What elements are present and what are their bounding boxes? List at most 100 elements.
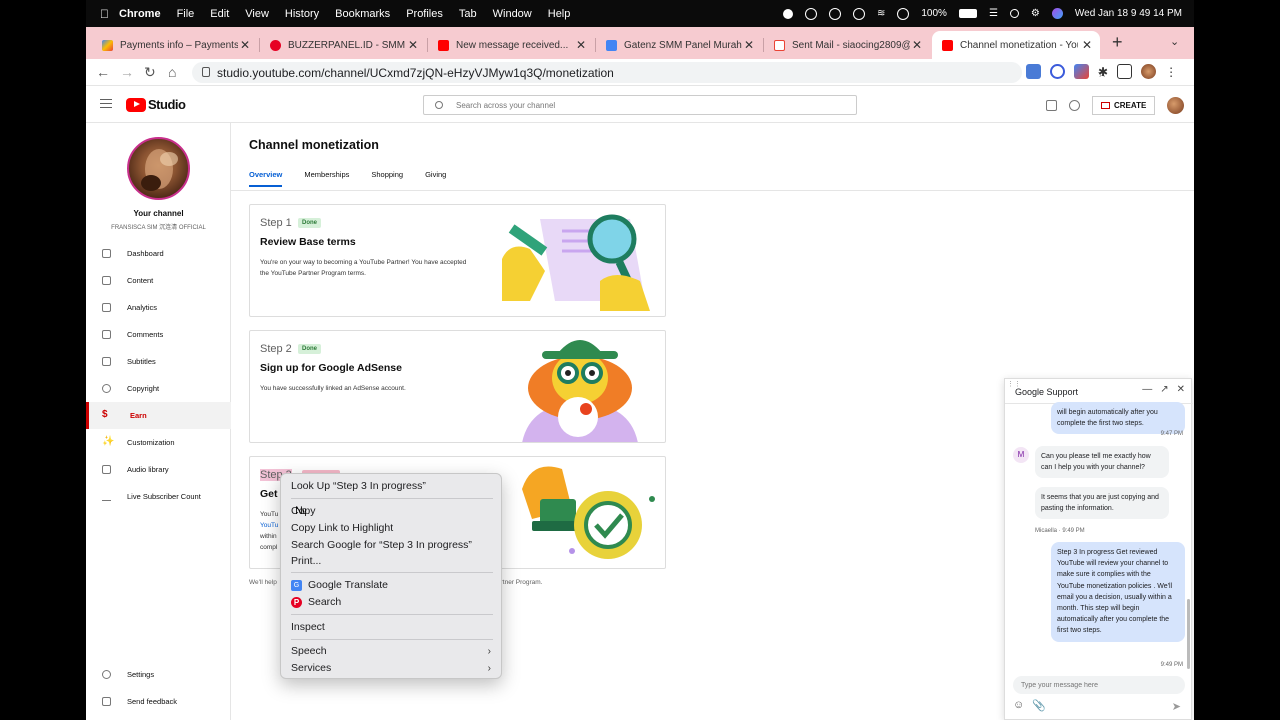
status-app-icon[interactable] xyxy=(804,7,817,20)
battery-icon[interactable] xyxy=(958,9,977,18)
menu-edit[interactable]: Edit xyxy=(210,8,229,20)
support-chat-panel: ⋮⋮ Google Support — ↗ ✕ will begin autom… xyxy=(1004,378,1193,720)
terms-magnifier-illustration xyxy=(502,214,650,311)
sidebar-item-comments[interactable]: Comments xyxy=(86,321,231,348)
menu-item-search-google[interactable]: Search Google for “Step 3 In progress” xyxy=(291,537,472,553)
help-icon[interactable] xyxy=(1069,100,1080,111)
sidebar-item-analytics[interactable]: Analytics xyxy=(86,294,231,321)
reload-icon[interactable]: ↻ xyxy=(144,64,156,81)
sidebar-item-copyright[interactable]: Copyright xyxy=(86,375,231,402)
sidebar-item-dashboard[interactable]: Dashboard xyxy=(86,240,231,267)
sidebar-item-label: Audio library xyxy=(127,465,169,474)
sidebar-item-audio-library[interactable]: Audio library xyxy=(86,456,231,483)
account-avatar[interactable] xyxy=(1167,97,1185,114)
chat-message-input[interactable] xyxy=(1013,676,1185,694)
menu-help[interactable]: Help xyxy=(548,8,571,20)
menu-history[interactable]: History xyxy=(285,8,319,20)
menu-profiles[interactable]: Profiles xyxy=(406,8,443,20)
sidebar-item-customization[interactable]: ✨ Customization xyxy=(86,429,231,456)
menu-bookmarks[interactable]: Bookmarks xyxy=(335,8,390,20)
menubar-clock[interactable]: Wed Jan 18 9 49 14 PM xyxy=(1075,8,1182,19)
menubar-app-name[interactable]: Chrome xyxy=(119,8,161,20)
close-icon[interactable]: ✕ xyxy=(240,38,250,52)
close-icon[interactable]: ✕ xyxy=(1177,384,1185,395)
sidebar-item-live-subscriber-count[interactable]: Live Subscriber Count xyxy=(86,483,231,510)
menu-icon[interactable] xyxy=(100,99,112,108)
battery-percent: 100% xyxy=(921,8,947,19)
close-icon[interactable]: ✕ xyxy=(912,38,922,52)
menu-item-inspect[interactable]: Inspect xyxy=(291,619,325,635)
sidebar-item-label: Earn xyxy=(130,411,147,420)
chat-scrollbar[interactable] xyxy=(1187,599,1190,669)
send-icon[interactable]: ➤ xyxy=(1172,700,1181,713)
tab-buzzerpanel[interactable]: BUZZERPANEL.ID - SMM Pa ✕ xyxy=(260,31,426,59)
menu-item-print[interactable]: Print... xyxy=(291,553,321,569)
profile-avatar[interactable] xyxy=(1141,64,1157,79)
menu-item-google-translate[interactable]: G Google Translate xyxy=(291,577,388,593)
menu-item-copy-link-to-highlight[interactable]: Copy Link to Highlight xyxy=(291,520,393,536)
status-app-icon-2[interactable] xyxy=(828,7,841,20)
feedback-message-icon[interactable] xyxy=(1046,100,1057,111)
emoji-icon[interactable]: ☺ xyxy=(1013,699,1024,712)
extension-icon[interactable] xyxy=(1026,64,1041,79)
menu-item-speech[interactable]: Speech › xyxy=(291,643,493,659)
desc-link[interactable]: YouTu xyxy=(260,522,278,529)
tab-overview[interactable]: Overview xyxy=(249,170,283,187)
tab-shopping[interactable]: Shopping xyxy=(371,170,403,187)
spotlight-icon[interactable] xyxy=(1009,9,1019,18)
side-panel-icon[interactable] xyxy=(1117,64,1133,79)
puzzle-icon[interactable]: ✱ xyxy=(1098,65,1108,79)
menu-tab[interactable]: Tab xyxy=(459,8,477,20)
more-vert-icon[interactable]: ⋮ xyxy=(1165,65,1177,79)
menu-view[interactable]: View xyxy=(245,8,269,20)
close-icon[interactable]: ✕ xyxy=(744,38,754,52)
sidebar-item-send-feedback[interactable]: Send feedback xyxy=(86,688,231,715)
extension-icon[interactable] xyxy=(1074,64,1089,79)
close-icon[interactable]: ✕ xyxy=(1082,38,1092,52)
create-button[interactable]: CREATE xyxy=(1092,96,1156,115)
info-icon[interactable] xyxy=(897,7,910,20)
siri-icon[interactable] xyxy=(1051,8,1063,19)
tab-giving[interactable]: Giving xyxy=(425,170,446,187)
channel-avatar[interactable] xyxy=(127,137,190,200)
lock-icon[interactable] xyxy=(202,67,210,77)
tab-sent-mail[interactable]: Sent Mail - siaocing2809@g ✕ xyxy=(764,31,930,59)
chevron-down-icon[interactable]: ⌄ xyxy=(1170,35,1179,48)
comments-icon xyxy=(102,330,111,339)
attachment-icon[interactable]: 📎 xyxy=(1032,699,1046,712)
menu-window[interactable]: Window xyxy=(493,8,532,20)
new-tab-button[interactable]: + xyxy=(1112,32,1123,53)
tab-memberships[interactable]: Memberships xyxy=(304,170,349,187)
menu-item-look-up[interactable]: Look Up “Step 3 In progress” xyxy=(291,478,426,494)
record-icon[interactable] xyxy=(782,8,793,19)
menu-item-pinterest-search[interactable]: P Search xyxy=(291,594,341,610)
minimize-icon[interactable]: — xyxy=(1142,384,1152,395)
tab-payments[interactable]: Payments info – Payments – ✕ xyxy=(92,31,258,59)
popout-icon[interactable]: ↗ xyxy=(1160,384,1168,395)
search-input[interactable]: Search across your channel xyxy=(423,95,857,115)
apple-icon[interactable]:  xyxy=(100,7,109,21)
sidebar-item-settings[interactable]: Settings xyxy=(86,661,231,688)
back-arrow-icon[interactable]: ← xyxy=(96,64,110,80)
close-icon[interactable]: ✕ xyxy=(576,38,586,52)
wifi-icon[interactable]: ☰ xyxy=(989,8,998,19)
address-bar[interactable]: studio.youtube.com/channel/UCxmd7zjQN-eH… xyxy=(192,62,1107,83)
forward-arrow-icon[interactable]: → xyxy=(120,64,134,80)
tab-new-message[interactable]: New message received... ✕ xyxy=(428,31,594,59)
extension-icon[interactable] xyxy=(1050,64,1065,79)
sidebar-item-content[interactable]: Content xyxy=(86,267,231,294)
tab-channel-monetization[interactable]: Channel monetization - You ✕ xyxy=(932,31,1100,59)
sidebar-item-subtitles[interactable]: Subtitles xyxy=(86,348,231,375)
home-icon[interactable]: ⌂ xyxy=(168,64,176,80)
play-icon[interactable] xyxy=(852,7,865,20)
close-icon[interactable]: ✕ xyxy=(408,38,418,52)
screen:  Chrome File Edit View History Bookmark… xyxy=(0,0,1280,720)
address-url[interactable]: studio.youtube.com/channel/UCxmd7zjQN-eH… xyxy=(217,66,614,80)
sidebar-item-earn[interactable]: $ Earn xyxy=(86,402,231,429)
control-center-icon[interactable]: ⚙ xyxy=(1031,8,1040,19)
studio-logo[interactable]: Studio xyxy=(126,97,186,112)
menu-file[interactable]: File xyxy=(177,8,195,20)
tab-gatenz[interactable]: Gatenz SMM Panel Murah | S ✕ xyxy=(596,31,762,59)
menu-item-services[interactable]: Services › xyxy=(291,660,493,676)
audio-icon[interactable]: ≋ xyxy=(877,8,885,19)
